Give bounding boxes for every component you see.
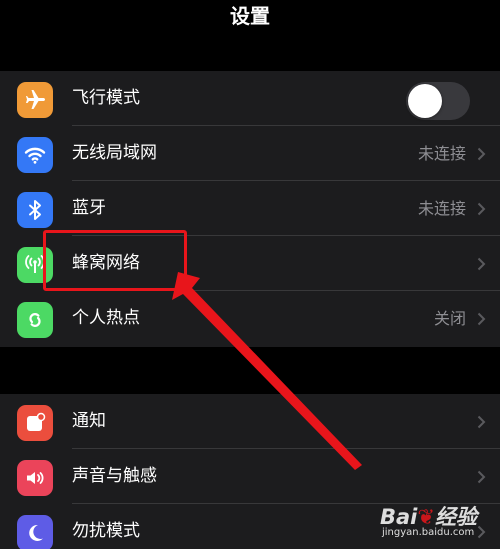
row-wlan[interactable]: 无线局域网 未连接 — [0, 126, 500, 181]
chevron-right-icon — [477, 312, 486, 326]
notifications-icon — [17, 405, 53, 441]
airplane-icon — [17, 82, 53, 118]
wlan-label: 无线局域网 — [72, 143, 157, 163]
hotspot-label: 个人热点 — [72, 308, 140, 328]
speaker-icon — [17, 460, 53, 496]
settings-screen: 设置 飞行模式 无线局域网 未连接 蓝牙 未连接 蜂窝网络 个人热点 关闭 通知… — [0, 0, 500, 549]
hotspot-status-value: 关闭 — [433, 309, 466, 328]
hotspot-link-icon — [17, 302, 53, 338]
chevron-right-icon — [477, 147, 486, 161]
cellular-antenna-icon — [17, 247, 53, 283]
bluetooth-label: 蓝牙 — [72, 198, 106, 218]
moon-icon — [17, 515, 53, 549]
cellular-label: 蜂窝网络 — [72, 253, 140, 273]
settings-group-connectivity: 飞行模式 无线局域网 未连接 蓝牙 未连接 蜂窝网络 个人热点 关闭 — [0, 71, 500, 347]
chevron-right-icon — [477, 415, 486, 429]
page-title: 设置 — [230, 4, 270, 28]
bluetooth-status-value: 未连接 — [417, 199, 466, 218]
row-personal-hotspot[interactable]: 个人热点 关闭 — [0, 291, 500, 346]
dnd-label: 勿扰模式 — [72, 521, 140, 541]
airplane-mode-toggle[interactable] — [406, 82, 470, 120]
row-bluetooth[interactable]: 蓝牙 未连接 — [0, 181, 500, 236]
row-notifications[interactable]: 通知 — [0, 394, 500, 449]
watermark-url: jingyan.baidu.com — [382, 527, 475, 538]
wlan-status-value: 未连接 — [417, 144, 466, 163]
wifi-icon — [17, 137, 53, 173]
bluetooth-icon — [17, 192, 53, 228]
chevron-right-icon — [477, 470, 486, 484]
chevron-right-icon — [477, 257, 486, 271]
baidu-jingyan-watermark: Bai❦经验 jingyan.baidu.com — [380, 501, 490, 541]
row-airplane-mode[interactable]: 飞行模式 — [0, 71, 500, 126]
row-cellular[interactable]: 蜂窝网络 — [0, 236, 500, 291]
airplane-mode-label: 飞行模式 — [72, 88, 140, 108]
notifications-label: 通知 — [72, 411, 106, 431]
toggle-knob — [408, 84, 442, 118]
row-sounds-haptics[interactable]: 声音与触感 — [0, 449, 500, 504]
chevron-right-icon — [477, 202, 486, 216]
sounds-label: 声音与触感 — [72, 466, 157, 486]
